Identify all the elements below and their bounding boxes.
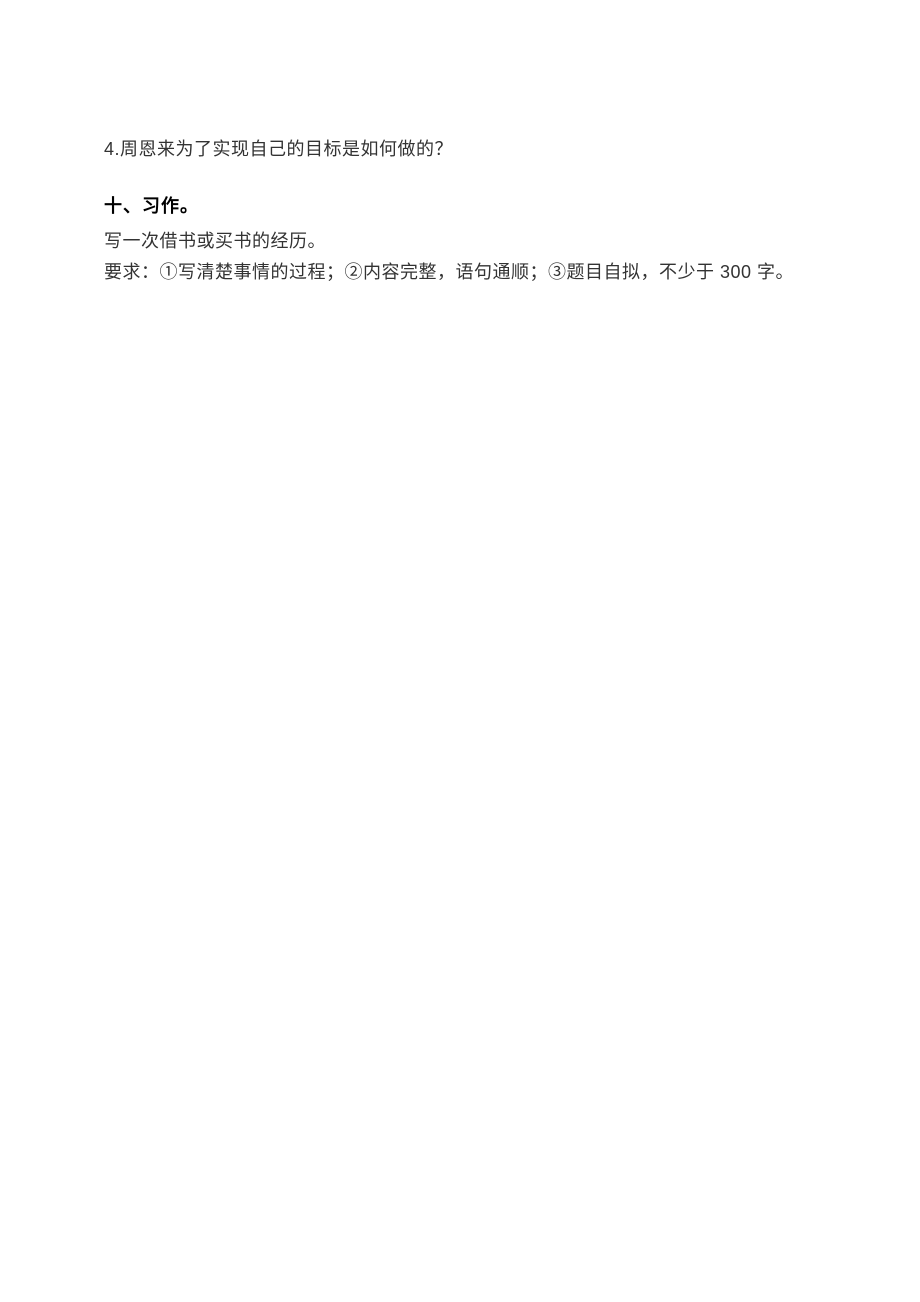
writing-requirements: 要求：①写清楚事情的过程；②内容完整，语句通顺；③题目自拟，不少于 300 字。: [104, 257, 810, 289]
writing-prompt: 写一次借书或买书的经历。: [104, 226, 810, 258]
question-4-text: 4.周恩来为了实现自己的目标是如何做的？: [104, 135, 810, 164]
section-10-title: 十、习作。: [104, 192, 810, 221]
